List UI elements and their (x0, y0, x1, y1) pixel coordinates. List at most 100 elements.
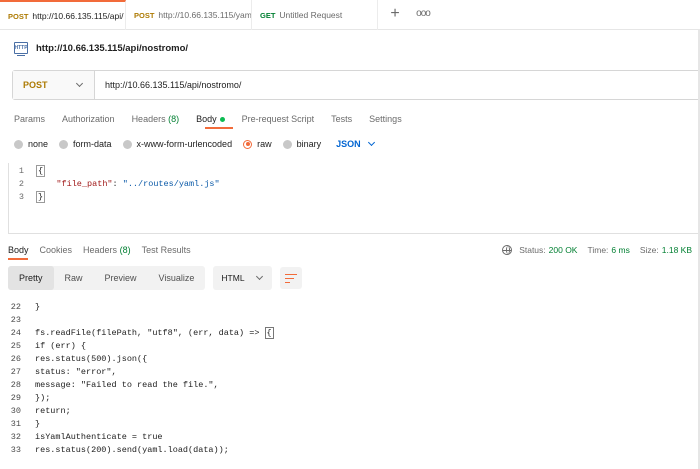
request-tab-2[interactable]: POST http://10.66.135.115/yaml (126, 0, 252, 30)
body-type-urlencoded-label: x-www-form-urlencoded (136, 139, 233, 149)
radio-icon (59, 139, 69, 149)
code-text: "file_path": "../routes/yaml.js" (36, 178, 219, 191)
raw-format-dropdown[interactable]: JSON (336, 138, 386, 149)
radio-icon (14, 139, 23, 149)
body-type-binary[interactable]: binary (282, 139, 321, 149)
request-tab-bar: POST http://10.66.135.115/api/ POST http… (0, 0, 700, 30)
view-raw-button[interactable]: Raw (54, 266, 94, 290)
code-text: status: "error", (35, 367, 117, 377)
url-input[interactable] (95, 71, 700, 99)
view-preview-button[interactable]: Preview (94, 266, 148, 290)
request-body-editor[interactable]: 1 { 2 "file_path": "../routes/yaml.js" 3… (0, 163, 700, 233)
tab-body-label: Body (196, 114, 217, 124)
code-line: 26 res.status(500).json({ (0, 353, 147, 366)
response-active-tab-indicator (8, 258, 28, 260)
request-tab-3[interactable]: GET Untitled Request (252, 0, 378, 30)
response-tab-cookies[interactable]: Cookies (40, 245, 73, 255)
response-format-dropdown[interactable]: HTML (213, 266, 272, 290)
view-pretty-button[interactable]: Pretty (8, 266, 54, 290)
code-text: res.status(200).send(yaml.load(data)); (35, 445, 229, 455)
editor-divider[interactable] (8, 233, 700, 234)
wrap-lines-button[interactable] (279, 267, 302, 289)
size-value[interactable]: 1.18 KB (662, 245, 692, 255)
method-dropdown[interactable]: POST (13, 71, 95, 99)
body-type-none-label: none (28, 139, 49, 149)
matched-brace: { (264, 327, 274, 339)
body-type-urlencoded[interactable]: x-www-form-urlencoded (122, 139, 233, 149)
code-text: }); (35, 393, 51, 403)
time-value[interactable]: 6 ms (611, 245, 629, 255)
tab-method: GET (260, 10, 276, 20)
line-number: 25 (10, 341, 21, 351)
code-text: if (err) { (35, 341, 87, 351)
more-tabs-icon[interactable]: ooo (414, 5, 432, 23)
tab-method: POST (134, 10, 155, 20)
status-label: Status: (519, 245, 546, 255)
status-value[interactable]: 200 OK (549, 245, 578, 255)
body-type-form-data[interactable]: form-data (59, 139, 112, 149)
chevron-down-icon (367, 138, 375, 147)
json-key: "file_path" (56, 179, 113, 189)
tab-prerequest-script[interactable]: Pre-request Script (242, 114, 315, 124)
radio-icon (282, 139, 292, 149)
response-tab-test-results[interactable]: Test Results (142, 245, 191, 255)
editor-line: 3 } (0, 191, 46, 204)
tab-params[interactable]: Params (14, 114, 45, 124)
globe-icon[interactable] (502, 245, 513, 255)
line-number: 30 (10, 406, 21, 416)
tab-headers-label: Headers (131, 114, 166, 124)
code-line: 25 if (err) { (0, 340, 86, 353)
wrap-lines-icon (284, 273, 297, 283)
code-line: 29 }); (0, 392, 51, 405)
body-type-form-data-label: form-data (73, 139, 112, 149)
code-text: isYamlAuthenticate = true (35, 432, 163, 442)
tab-label: http://10.66.135.115/api/ (32, 11, 124, 21)
response-tab-headers-label: Headers (83, 245, 118, 255)
request-tabs: Params Authorization Headers (8) Body Pr… (14, 111, 419, 127)
code-text: } (35, 302, 41, 312)
chevron-down-icon (75, 79, 84, 88)
code-text: } (35, 419, 41, 429)
line-number: 1 (18, 166, 24, 176)
request-tab-1[interactable]: POST http://10.66.135.115/api/ (0, 0, 126, 30)
body-type-none[interactable]: none (14, 139, 48, 149)
code-line: 30 return; (0, 405, 71, 418)
radio-checked-icon (243, 139, 253, 149)
active-tab-indicator (205, 127, 233, 129)
response-tab-headers[interactable]: Headers (8) (83, 245, 131, 255)
method-value: POST (23, 80, 48, 90)
tab-tests[interactable]: Tests (331, 114, 352, 124)
new-tab-plus-icon[interactable]: + (386, 5, 404, 23)
code-text-part: fs.readFile(filePath, "utf8", (err, data… (35, 328, 265, 338)
code-line: 23 (0, 314, 35, 327)
response-body-viewer[interactable]: 22 } 23 24 fs.readFile(filePath, "utf8",… (0, 300, 700, 469)
radio-icon (122, 139, 132, 149)
tab-authorization[interactable]: Authorization (62, 114, 115, 124)
time-label: Time: (587, 245, 609, 255)
tab-settings[interactable]: Settings (369, 114, 402, 124)
line-number: 26 (10, 354, 21, 364)
code-line: 24 fs.readFile(filePath, "utf8", (err, d… (0, 327, 274, 340)
line-number: 27 (10, 367, 21, 377)
code-text: message: "Failed to read the file.", (35, 380, 219, 390)
chevron-down-icon (255, 272, 263, 281)
view-visualize-button[interactable]: Visualize (148, 266, 206, 290)
brace-open: { (36, 165, 46, 177)
code-text: return; (35, 406, 71, 416)
response-view-toolbar: Pretty Raw Preview Visualize HTML (8, 266, 302, 290)
url-bar: POST (12, 70, 700, 100)
code-text: { (36, 165, 46, 178)
http-request-icon: HTTP (14, 42, 28, 56)
brace-close: } (36, 191, 46, 203)
tab-headers[interactable]: Headers (8) (132, 114, 180, 124)
line-number: 22 (10, 302, 21, 312)
code-text: } (36, 191, 46, 204)
tab-body[interactable]: Body (196, 114, 225, 124)
line-number: 23 (10, 315, 21, 325)
body-type-raw[interactable]: raw (243, 139, 272, 149)
response-tab-body[interactable]: Body (8, 245, 29, 255)
response-tabs: Body Cookies Headers (8) Test Results (8, 242, 202, 258)
line-number: 3 (18, 192, 24, 202)
request-title[interactable]: http://10.66.135.115/api/nostromo/ (36, 43, 188, 54)
code-line: 28 message: "Failed to read the file.", (0, 379, 219, 392)
